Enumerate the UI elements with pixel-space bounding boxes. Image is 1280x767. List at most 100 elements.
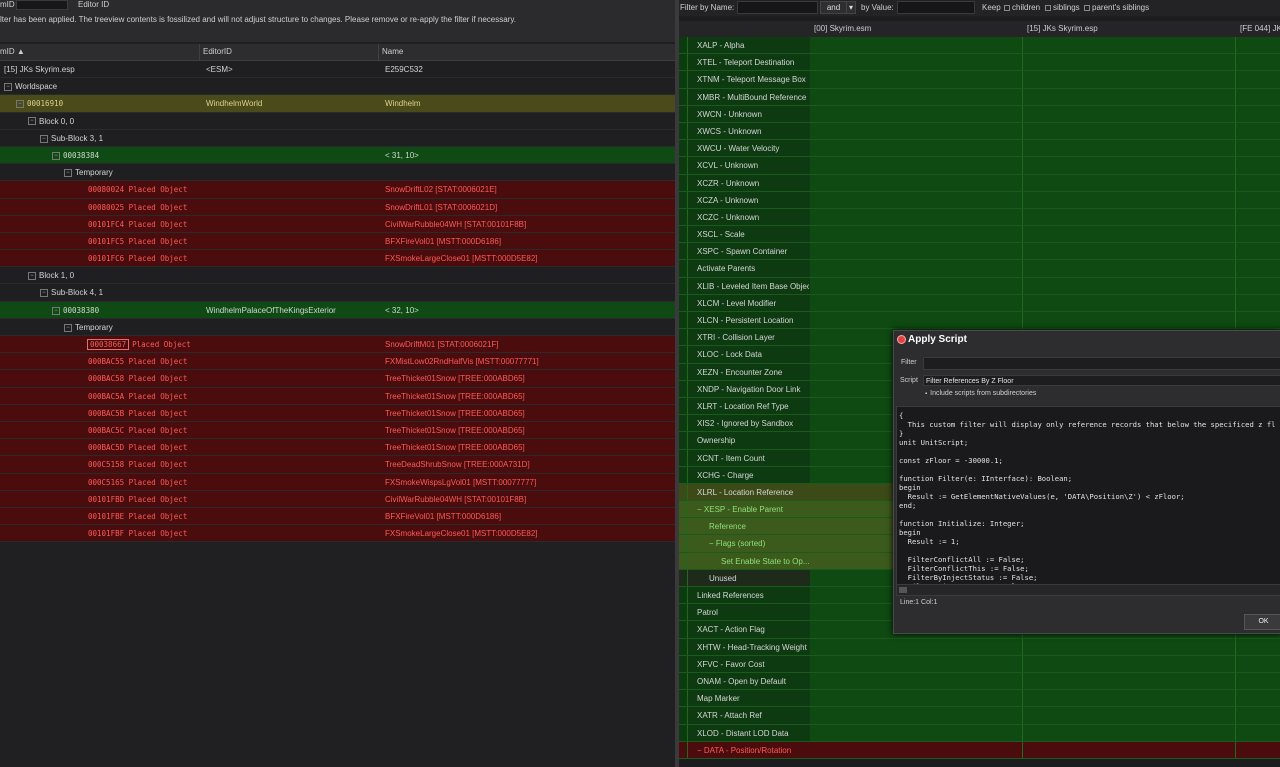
record-field-row[interactable]: XLIB - Leveled Item Base Object bbox=[679, 277, 1280, 295]
and-dropdown[interactable]: and bbox=[820, 1, 847, 14]
record-field-row[interactable]: XHTW - Head-Tracking Weight bbox=[679, 638, 1280, 656]
record-field-row[interactable]: XLCN - Persistent Location bbox=[679, 312, 1280, 330]
filter-name-input[interactable] bbox=[737, 1, 818, 14]
collapse-icon[interactable]: − bbox=[4, 83, 12, 92]
record-field-values[interactable] bbox=[810, 741, 1280, 758]
collapse-icon[interactable]: − bbox=[697, 505, 704, 514]
tree-row[interactable]: 00101FC4 Placed Object CivilWarRubble04WH… bbox=[0, 215, 675, 233]
collapse-icon[interactable]: − bbox=[697, 746, 704, 755]
tree-row[interactable]: 000BAC5D Placed Object TreeThicket01Snow … bbox=[0, 439, 675, 457]
script-select[interactable]: Filter References By Z Floor bbox=[923, 375, 1280, 386]
filter-value-input[interactable] bbox=[897, 1, 975, 14]
record-field-values[interactable] bbox=[810, 105, 1280, 122]
record-field-values[interactable] bbox=[810, 226, 1280, 243]
collapse-icon[interactable]: − bbox=[28, 272, 36, 281]
ok-button[interactable]: OK bbox=[1244, 614, 1280, 630]
tree-row[interactable]: 000C5165 Placed Object FXSmokeWispsLgVol0… bbox=[0, 473, 675, 491]
record-field-values[interactable] bbox=[810, 208, 1280, 226]
tree-row[interactable]: 000BAC5C Placed Object TreeThicket01Snow … bbox=[0, 421, 675, 440]
col-formid[interactable]: mID ▲ bbox=[0, 44, 25, 60]
formid-filter-input[interactable] bbox=[16, 0, 68, 10]
tree-row[interactable]: −00038380 WindhelmPalaceOfTheKingsExterio… bbox=[0, 301, 675, 319]
keep-parents-siblings-checkbox[interactable]: parent's siblings bbox=[1084, 3, 1149, 12]
col-skyrim-esm[interactable]: [00] Skyrim.esm bbox=[814, 21, 871, 37]
record-field-values[interactable] bbox=[810, 37, 1280, 54]
script-code-editor[interactable]: { This custom filter will display only r… bbox=[896, 406, 1280, 585]
record-field-values[interactable] bbox=[810, 88, 1280, 105]
record-field-values[interactable] bbox=[810, 260, 1280, 277]
tree-row[interactable]: 000BAC5A Placed Object TreeThicket01Snow … bbox=[0, 387, 675, 405]
tree-row[interactable]: 000BAC5B Placed Object TreeThicket01Snow … bbox=[0, 404, 675, 422]
record-field-values[interactable] bbox=[810, 54, 1280, 71]
keep-children-checkbox[interactable]: children bbox=[1004, 3, 1040, 12]
tree-row[interactable]: 00101FC6 Placed Object FXSmokeLargeClose0… bbox=[0, 250, 675, 268]
record-field-values[interactable] bbox=[810, 638, 1280, 655]
record-field-values[interactable] bbox=[810, 157, 1280, 174]
record-field-values[interactable] bbox=[810, 140, 1280, 157]
collapse-icon[interactable]: − bbox=[52, 151, 60, 160]
record-field-values[interactable] bbox=[810, 294, 1280, 311]
dialog-filter-input[interactable] bbox=[923, 357, 1280, 370]
collapse-icon[interactable]: − bbox=[28, 117, 36, 126]
record-field-values[interactable] bbox=[810, 724, 1280, 741]
record-field-values[interactable] bbox=[810, 191, 1280, 208]
tree-row[interactable]: 00080024 Placed Object SnowDriftL02 [STAT… bbox=[0, 181, 675, 199]
tree-row[interactable]: 000BAC55 Placed Object FXMistLow02RndHalf… bbox=[0, 353, 675, 371]
record-field-row[interactable]: XSCL - Scale bbox=[679, 226, 1280, 244]
collapse-icon[interactable]: − bbox=[40, 289, 48, 298]
record-field-row[interactable]: ONAM - Open by Default bbox=[679, 672, 1280, 691]
tree-row[interactable]: 00038667 Placed Object SnowDriftM01 [STAT:… bbox=[0, 336, 675, 354]
tree-row[interactable]: 00101FC5 Placed Object BFXFireVol01 [MSTT… bbox=[0, 232, 675, 251]
record-field-row[interactable]: XALP - Alpha bbox=[679, 37, 1280, 55]
record-field-values[interactable] bbox=[810, 277, 1280, 294]
record-field-row[interactable]: XWCU - Water Velocity bbox=[679, 140, 1280, 158]
col-jks-skyrim-esp[interactable]: [15] JKs Skyrim.esp bbox=[1027, 21, 1098, 37]
tree-row[interactable]: 00080025 Placed Object SnowDriftL01 [STAT… bbox=[0, 198, 675, 216]
collapse-icon[interactable]: − bbox=[64, 169, 72, 178]
and-dropdown-arrow-icon[interactable]: ▾ bbox=[846, 1, 856, 14]
record-field-row[interactable]: Activate Parents bbox=[679, 260, 1280, 278]
record-field-row[interactable]: XWCN - Unknown bbox=[679, 105, 1280, 123]
tree-row[interactable]: 000C5158 Placed Object TreeDeadShrubSnow … bbox=[0, 456, 675, 474]
record-field-row[interactable]: XMBR - MultiBound Reference bbox=[679, 88, 1280, 106]
record-field-row[interactable]: XCZR - Unknown bbox=[679, 174, 1280, 192]
tree-row[interactable]: − Worldspace bbox=[0, 78, 675, 96]
tree-row[interactable]: [15] JKs Skyrim.esp <ESM> E259C532 bbox=[0, 61, 675, 79]
tree-row[interactable]: − Temporary bbox=[0, 318, 675, 336]
tree-row[interactable]: − Block 1, 0 bbox=[0, 267, 675, 285]
record-field-row[interactable]: − DATA - Position/Rotation bbox=[679, 741, 1280, 759]
code-hscrollbar[interactable] bbox=[896, 584, 1280, 596]
record-field-row[interactable]: Map Marker bbox=[679, 690, 1280, 708]
record-field-row[interactable]: XTEL - Teleport Destination bbox=[679, 54, 1280, 72]
record-field-row[interactable]: XWCS - Unknown bbox=[679, 122, 1280, 141]
record-field-values[interactable] bbox=[810, 71, 1280, 88]
collapse-icon[interactable]: − bbox=[52, 306, 60, 315]
record-field-row[interactable]: XCZA - Unknown bbox=[679, 191, 1280, 209]
record-field-row[interactable]: XFVC - Favor Cost bbox=[679, 655, 1280, 673]
record-field-values[interactable] bbox=[810, 655, 1280, 672]
record-field-values[interactable] bbox=[810, 690, 1280, 707]
tree-row[interactable]: − Block 0, 0 bbox=[0, 112, 675, 130]
collapse-icon[interactable]: − bbox=[40, 134, 48, 143]
include-subdirs-checkbox[interactable]: ▪ Include scripts from subdirectories bbox=[925, 390, 1036, 397]
record-field-values[interactable] bbox=[810, 312, 1280, 329]
record-field-values[interactable] bbox=[810, 174, 1280, 191]
collapse-icon[interactable]: − bbox=[64, 323, 72, 332]
record-field-row[interactable]: XCVL - Unknown bbox=[679, 157, 1280, 175]
record-field-values[interactable] bbox=[810, 122, 1280, 140]
tree-row[interactable]: −00038384 < 31, 10> bbox=[0, 146, 675, 165]
record-field-values[interactable] bbox=[810, 672, 1280, 690]
tree-row[interactable]: 000BAC58 Placed Object TreeThicket01Snow … bbox=[0, 370, 675, 388]
collapse-icon[interactable]: − bbox=[709, 539, 716, 548]
record-field-row[interactable]: XSPC - Spawn Container bbox=[679, 243, 1280, 261]
tree-row[interactable]: − Sub-Block 4, 1 bbox=[0, 284, 675, 302]
record-field-row[interactable]: XTNM - Teleport Message Box bbox=[679, 71, 1280, 89]
record-field-row[interactable]: XLOD - Distant LOD Data bbox=[679, 724, 1280, 742]
tree-row[interactable]: 00101FBE Placed Object BFXFireVol01 [MSTT… bbox=[0, 507, 675, 526]
col-fe044-jks[interactable]: [FE 044] JKs bbox=[1240, 21, 1280, 37]
record-field-row[interactable]: XCZC - Unknown bbox=[679, 208, 1280, 227]
keep-siblings-checkbox[interactable]: siblings bbox=[1045, 3, 1080, 12]
col-editorid[interactable]: EditorID bbox=[203, 44, 232, 60]
tree-row[interactable]: − Sub-Block 3, 1 bbox=[0, 129, 675, 147]
record-field-values[interactable] bbox=[810, 243, 1280, 260]
